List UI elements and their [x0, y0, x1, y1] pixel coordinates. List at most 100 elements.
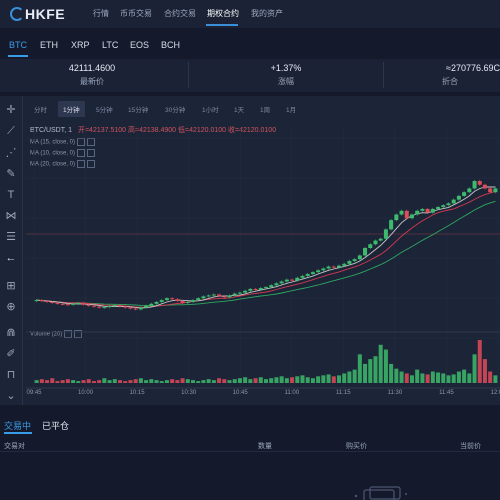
coin-tab-bch[interactable]: BCH [161, 40, 180, 50]
col-current-price: 当前价 [460, 443, 481, 450]
candle-body [300, 275, 305, 278]
candle-body [430, 208, 435, 213]
timeframe-tab[interactable]: 分时 [34, 104, 47, 114]
magnet-icon[interactable]: ⋒ [4, 326, 18, 340]
volume-bar [65, 379, 70, 383]
candle-body [201, 296, 206, 299]
tab-closed[interactable]: 已平仓 [42, 419, 69, 432]
brand-logo[interactable]: HKFE [10, 5, 65, 23]
candle-body [363, 248, 368, 256]
coin-tab-eos[interactable]: EOS [130, 40, 149, 50]
volume-bar [39, 379, 44, 383]
volume-bar [373, 356, 378, 383]
measure-icon[interactable]: ⊞ [4, 279, 18, 293]
volume-bar [383, 349, 388, 383]
candle-body [389, 220, 394, 230]
candle-body [446, 203, 451, 206]
orders-panel [0, 408, 500, 500]
coin-tab-btc[interactable]: BTC [9, 40, 27, 50]
volume-bar [263, 379, 269, 383]
pencil-lock-icon[interactable]: ✐ [4, 347, 18, 361]
timeframe-tab[interactable]: 1周 [260, 104, 270, 114]
candle-body [274, 283, 279, 286]
volume-bar [321, 375, 326, 383]
volume-bar [55, 381, 60, 383]
timeframe-tab[interactable]: 1天 [234, 104, 244, 114]
crosshair-icon[interactable]: ✛ [4, 103, 18, 117]
coin-tab-eth[interactable]: ETH [40, 40, 58, 50]
volume-bar [326, 374, 331, 383]
volume-bar [363, 363, 368, 383]
brush-icon[interactable]: ✎ [4, 167, 18, 181]
volume-bar [159, 381, 164, 383]
back-arrow-icon[interactable]: ← [4, 251, 18, 265]
volume-bar [34, 380, 39, 383]
timeframe-tab[interactable]: 1月 [286, 104, 296, 114]
candle-body [185, 301, 190, 303]
candle-body [76, 302, 81, 304]
candle-body [357, 255, 362, 260]
ma10-line [36, 190, 496, 308]
candle-body [175, 299, 180, 302]
fib-icon[interactable]: ⋰ [4, 146, 18, 160]
candle-body [279, 281, 284, 284]
ruler-icon[interactable]: ☰ [4, 230, 18, 244]
volume-bar [138, 378, 143, 383]
timeframe-tab[interactable]: 15分钟 [128, 104, 148, 114]
volume-bar [102, 378, 107, 383]
equivalent-value: ≈270776.69C [446, 63, 500, 73]
candle-body [39, 300, 44, 302]
pattern-icon[interactable]: ⋈ [4, 209, 18, 223]
zoom-icon[interactable]: ⊕ [4, 300, 18, 314]
stat-divider [383, 62, 384, 88]
nav-item-assets[interactable]: 我的资产 [251, 8, 283, 19]
col-quantity: 数量 [258, 443, 272, 450]
volume-bar [86, 379, 91, 383]
candle-body [331, 266, 336, 268]
lock-icon[interactable]: ⊓ [4, 368, 18, 382]
timeframe-tab-active[interactable]: 1分钟 [58, 101, 85, 117]
trendline-icon[interactable]: ⟋ [4, 124, 18, 138]
timeframe-tab[interactable]: 1小时 [202, 104, 219, 114]
volume-bar [300, 375, 305, 383]
candle-body [488, 188, 493, 193]
tab-trading[interactable]: 交易中 [4, 419, 31, 432]
candle-body [144, 305, 149, 308]
candle-body [196, 298, 201, 301]
candle-body [436, 207, 441, 209]
candle-body [373, 240, 378, 245]
volume-bar [112, 379, 117, 383]
volume-bar [482, 359, 487, 383]
text-icon[interactable]: T [4, 188, 18, 202]
candle-body [399, 210, 404, 215]
volume-bar [227, 380, 232, 383]
empty-state-icon [354, 486, 407, 500]
volume-bar [211, 380, 216, 383]
nav-item-market[interactable]: 行情 [93, 8, 109, 19]
stat-divider [188, 62, 189, 88]
nav-item-options[interactable]: 期权合约 [207, 8, 239, 19]
candle-body [472, 181, 477, 189]
candle-body [50, 301, 55, 303]
volume-bar [164, 380, 169, 383]
volume-bar [133, 379, 138, 383]
candle-body [86, 304, 91, 306]
candle-body [159, 300, 164, 302]
change-value: +1.37% [270, 63, 302, 73]
volume-bar [170, 379, 175, 383]
price-chart[interactable]: 09:45 10:00 10:15 10:30 10:45 11:00 11:15 11:30… [26, 118, 500, 403]
candle-body [154, 301, 159, 304]
candle-body [336, 265, 341, 268]
volume-bar [180, 378, 185, 383]
coin-tab-xrp[interactable]: XRP [71, 40, 90, 50]
nav-item-contract[interactable]: 合约交易 [164, 8, 196, 19]
timeframe-tab[interactable]: 30分钟 [165, 104, 185, 114]
volume-bar [488, 371, 493, 383]
candle-body [170, 298, 175, 300]
volume-bar [154, 380, 159, 383]
timeframe-tab[interactable]: 5分钟 [96, 104, 113, 114]
nav-item-spot[interactable]: 币币交易 [120, 8, 152, 19]
volume-bar [295, 376, 300, 383]
coin-tab-ltc[interactable]: LTC [102, 40, 118, 50]
chevron-down-icon[interactable]: ⌄ [4, 389, 18, 403]
